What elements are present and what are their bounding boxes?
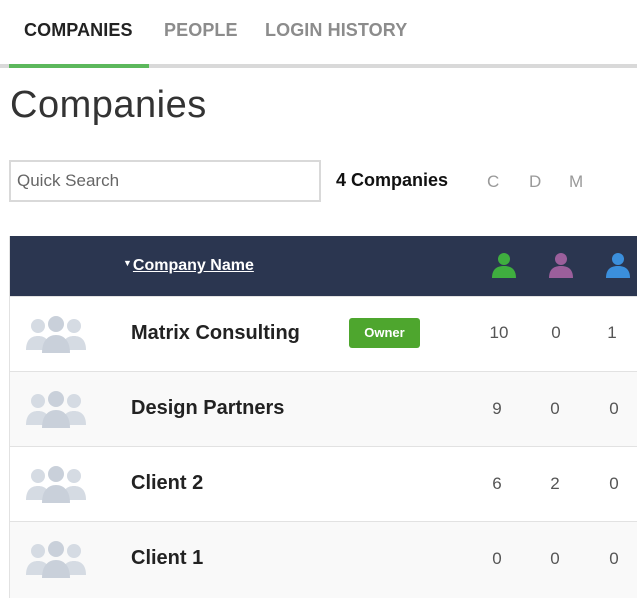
filter-d[interactable]: D — [529, 172, 541, 192]
company-logo-placeholder-icon — [26, 466, 86, 503]
purple-user-icon[interactable] — [548, 251, 574, 279]
filter-c[interactable]: C — [487, 172, 499, 192]
count-green: 0 — [492, 549, 502, 568]
sort-caret-icon: ▼ — [123, 258, 132, 268]
table-row[interactable]: Design Partners 9 0 0 — [10, 371, 637, 446]
table-row[interactable]: Client 2 6 2 0 — [10, 446, 637, 521]
company-name[interactable]: Matrix Consulting — [131, 322, 300, 345]
company-name[interactable]: Design Partners — [131, 397, 284, 420]
count-purple: 0 — [550, 399, 560, 418]
green-user-icon[interactable] — [491, 251, 517, 279]
company-count: 4 Companies — [336, 170, 449, 190]
tab-bar: COMPANIES PEOPLE LOGIN HISTORY — [0, 0, 637, 68]
company-name[interactable]: Client 2 — [131, 472, 203, 495]
owner-badge: Owner — [349, 318, 420, 348]
count-blue: 0 — [609, 549, 619, 568]
tab-companies[interactable]: COMPANIES — [24, 20, 133, 41]
count-blue: 0 — [609, 399, 619, 418]
sort-company-name[interactable]: ▼Company Name — [123, 257, 254, 275]
quick-search-input[interactable] — [9, 160, 321, 202]
tab-login-history[interactable]: LOGIN HISTORY — [265, 20, 407, 41]
count-blue: 1 — [607, 323, 617, 342]
count-purple: 2 — [550, 474, 560, 493]
tab-people[interactable]: PEOPLE — [164, 20, 238, 41]
company-logo-placeholder-icon — [26, 391, 86, 428]
count-green: 10 — [489, 323, 509, 342]
company-name-header: Company Name — [132, 257, 254, 274]
count-purple: 0 — [551, 323, 561, 342]
active-tab-indicator — [9, 64, 149, 68]
count-green: 9 — [492, 399, 502, 418]
company-name[interactable]: Client 1 — [131, 547, 203, 570]
count-blue: 0 — [609, 474, 619, 493]
company-logo-placeholder-icon — [26, 541, 86, 578]
count-purple: 0 — [550, 549, 560, 568]
blue-user-icon[interactable] — [605, 251, 631, 279]
table-row[interactable]: Client 1 0 0 0 — [10, 521, 637, 598]
companies-table: ▼Company Name Matrix Consulting Owner 10… — [9, 236, 637, 598]
company-logo-placeholder-icon — [26, 316, 86, 353]
table-header: ▼Company Name — [10, 236, 637, 296]
page-title: Companies — [10, 84, 207, 126]
count-green: 6 — [492, 474, 502, 493]
table-row[interactable]: Matrix Consulting Owner 10 0 1 — [10, 296, 637, 371]
filter-m[interactable]: M — [569, 172, 583, 192]
